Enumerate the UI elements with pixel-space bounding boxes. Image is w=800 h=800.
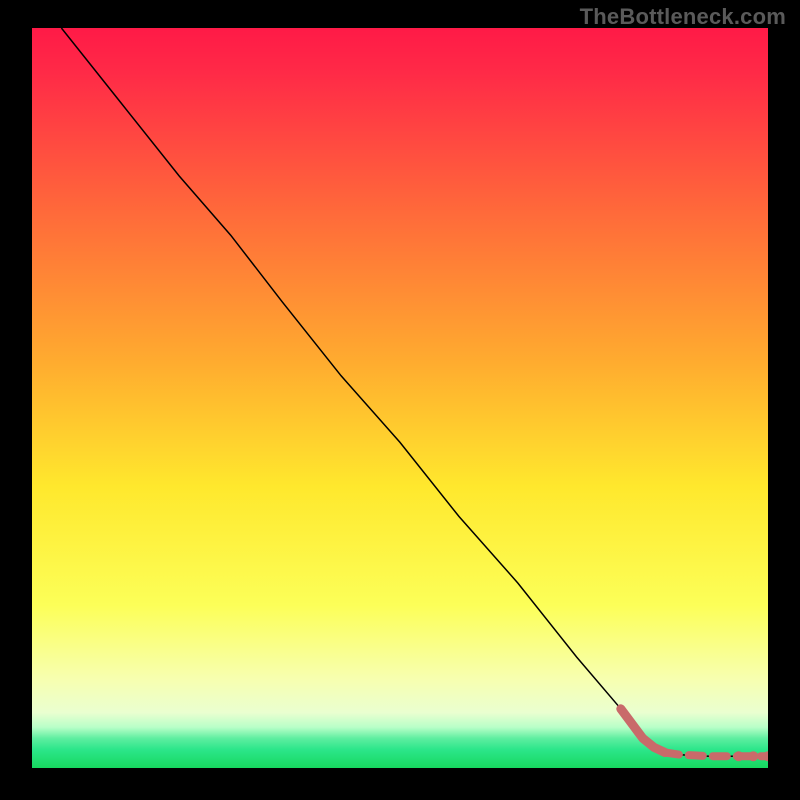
chart-svg xyxy=(32,28,768,768)
plot-area xyxy=(32,28,768,768)
chart-frame: TheBottleneck.com xyxy=(0,0,800,800)
watermark-text: TheBottleneck.com xyxy=(580,4,786,30)
highlight-dot xyxy=(734,751,744,761)
gradient-background xyxy=(32,28,768,768)
highlight-dot xyxy=(748,751,758,761)
